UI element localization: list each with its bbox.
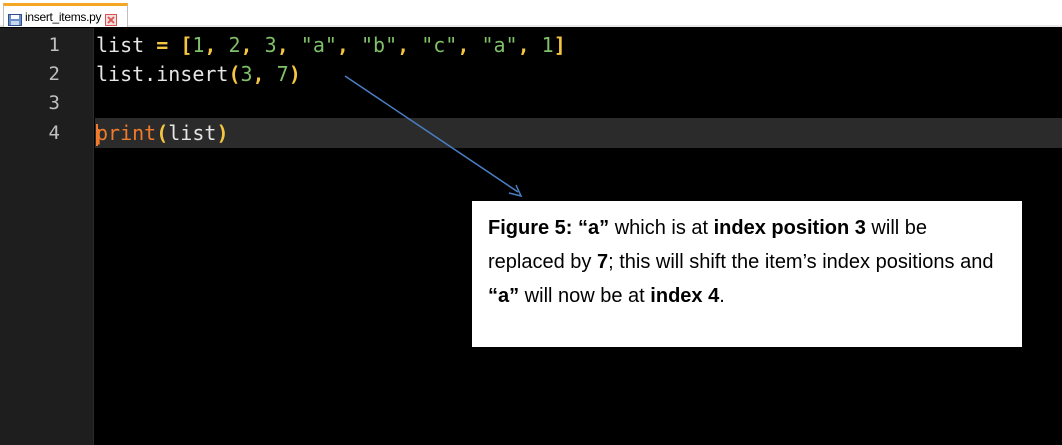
code-line-4: print(list) — [96, 118, 228, 148]
caption-bold-index4: index 4 — [650, 285, 720, 307]
line-number: 1 — [48, 34, 60, 56]
list-item: "a" — [300, 33, 337, 57]
list-item: "c" — [421, 33, 458, 57]
figure-caption-callout: Figure 5: “a” which is at index position… — [472, 201, 1022, 347]
current-line-highlight — [95, 118, 1062, 148]
list-item: 1 — [541, 33, 554, 57]
line-number: 2 — [48, 63, 60, 85]
variable-name: list — [96, 33, 145, 57]
print-keyword: print — [96, 121, 157, 145]
close-paren: ) — [216, 121, 229, 145]
open-bracket: [ — [180, 33, 193, 57]
list-item: 2 — [228, 33, 241, 57]
list-item: 1 — [192, 33, 205, 57]
list-item: "b" — [361, 33, 398, 57]
tab-filename: insert_items.py — [25, 9, 102, 24]
open-paren: ( — [156, 121, 169, 145]
save-file-icon — [8, 11, 22, 26]
open-paren: ( — [228, 62, 241, 86]
caption-bold-a: “a” — [488, 285, 520, 307]
line-number: 3 — [48, 92, 60, 114]
caption-bold-a: “a” — [578, 217, 610, 239]
caption-bold-seven: 7 — [596, 251, 609, 273]
line-number: 4 — [48, 122, 60, 144]
line-number-gutter: 1 2 3 4 — [0, 28, 94, 445]
tab-bar: insert_items.py — [0, 0, 1062, 27]
insert-index-arg: 3 — [240, 62, 253, 86]
caption-text: which is at — [609, 217, 714, 239]
caption-figure-label: Figure 5: — [488, 217, 579, 239]
close-bracket: ] — [553, 33, 566, 57]
caption-text: ; this will shift the item’s index posit… — [608, 251, 994, 273]
file-tab[interactable]: insert_items.py — [3, 3, 128, 27]
method-call: list.insert — [96, 62, 229, 86]
caption-text: will now be at — [519, 285, 651, 307]
assign-operator: = — [156, 33, 169, 57]
code-line-2: list.insert(3, 7) — [96, 62, 301, 86]
close-paren: ) — [288, 62, 301, 86]
caption-bold-index: index position 3 — [713, 217, 866, 239]
code-line-1: list = [1, 2, 3, "a", "b", "c", "a", 1] — [96, 33, 566, 57]
close-icon[interactable] — [105, 11, 118, 26]
list-item: "a" — [481, 33, 518, 57]
list-item: 3 — [264, 33, 277, 57]
insert-value-arg: 7 — [276, 62, 289, 86]
print-arg: list — [168, 121, 217, 145]
caption-text: . — [719, 285, 725, 307]
